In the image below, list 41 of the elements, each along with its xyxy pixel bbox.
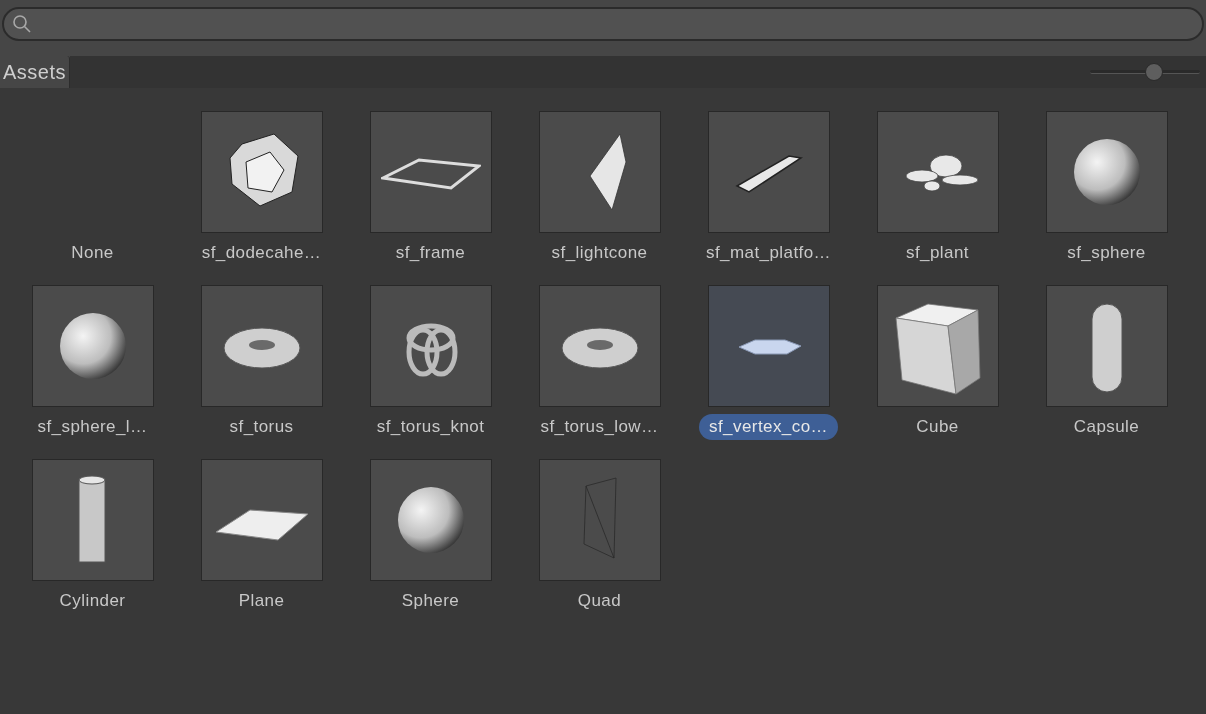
- asset-label[interactable]: sf_vertex_co…: [699, 414, 838, 440]
- asset-label[interactable]: sf_torus_knot: [366, 414, 495, 440]
- asset-label[interactable]: sf_torus: [219, 414, 304, 440]
- asset-thumbnail[interactable]: [538, 111, 661, 233]
- asset-label[interactable]: sf_lightcone: [541, 240, 658, 266]
- asset-label[interactable]: Sphere: [391, 588, 470, 614]
- asset-label[interactable]: Cylinder: [49, 588, 136, 614]
- slider-thumb[interactable]: [1144, 63, 1163, 81]
- asset-thumbnail[interactable]: [1045, 111, 1168, 233]
- asset-thumbnail[interactable]: [369, 285, 492, 407]
- asset-thumbnail[interactable]: [1045, 285, 1168, 407]
- asset-thumbnail[interactable]: [538, 459, 661, 581]
- asset-thumbnail[interactable]: [31, 459, 154, 581]
- asset-label[interactable]: Quad: [567, 588, 632, 614]
- asset-thumbnail[interactable]: [538, 285, 661, 407]
- asset-label[interactable]: sf_dodecahe…: [191, 240, 332, 266]
- asset-thumbnail[interactable]: [200, 459, 323, 581]
- asset-thumbnail[interactable]: [876, 285, 999, 407]
- asset-thumbnail[interactable]: [200, 285, 323, 407]
- hexagon-plate-thumbnail: [738, 339, 801, 355]
- asset-thumbnail[interactable]: [707, 111, 830, 233]
- asset-label[interactable]: Plane: [228, 588, 295, 614]
- asset-thumbnail[interactable]: [31, 285, 154, 407]
- asset-label[interactable]: Capsule: [1063, 414, 1150, 440]
- search-field[interactable]: [2, 7, 1204, 41]
- asset-label[interactable]: Cube: [906, 414, 969, 440]
- search-icon: [12, 14, 32, 34]
- asset-label[interactable]: sf_plant: [896, 240, 979, 266]
- asset-label[interactable]: None: [61, 240, 124, 266]
- asset-thumbnail[interactable]: [707, 285, 830, 407]
- asset-thumbnail[interactable]: [200, 111, 323, 233]
- asset-label[interactable]: sf_torus_low…: [530, 414, 669, 440]
- asset-thumbnail[interactable]: [876, 111, 999, 233]
- asset-label[interactable]: sf_sphere: [1057, 240, 1156, 266]
- asset-thumbnail[interactable]: [369, 459, 492, 581]
- zoom-slider[interactable]: [1090, 62, 1200, 82]
- assets-tab[interactable]: Assets: [0, 56, 71, 88]
- asset-label[interactable]: sf_frame: [385, 240, 476, 266]
- asset-label[interactable]: sf_sphere_l…: [27, 414, 158, 440]
- asset-thumbnail[interactable]: [369, 111, 492, 233]
- asset-label[interactable]: sf_mat_platfo…: [696, 240, 841, 266]
